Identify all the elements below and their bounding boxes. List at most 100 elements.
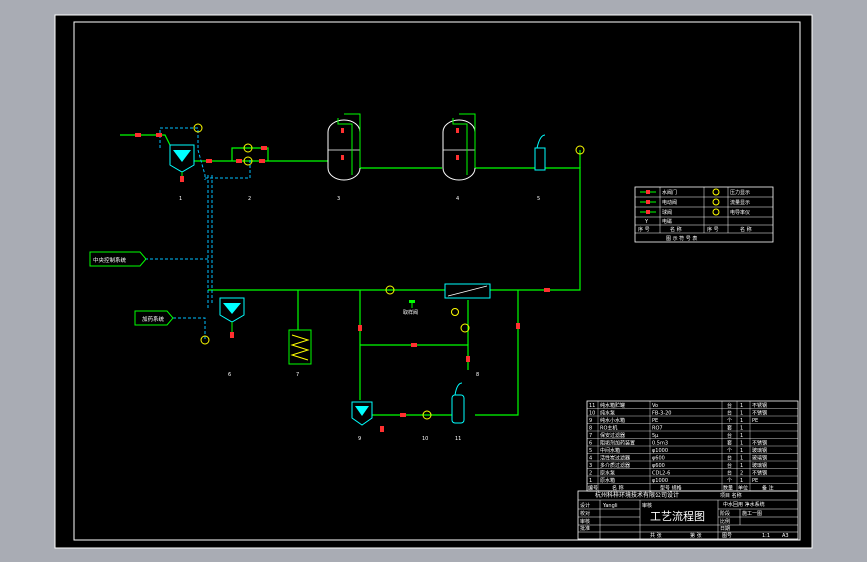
parts-row-no: 4 — [589, 456, 592, 462]
sheet-count: 共 张 — [650, 532, 662, 539]
parts-row-unit: 台 — [727, 470, 732, 477]
legend-label: 电磁 — [662, 218, 672, 225]
date-label: 日期 — [720, 526, 730, 532]
equipment-number-9: 9 — [358, 436, 361, 442]
drawing-number: A3 — [782, 533, 789, 539]
legend-label: 流量显示 — [730, 199, 750, 206]
row-label: 校对 — [580, 510, 590, 517]
parts-row-qty: 1 — [740, 411, 743, 417]
parts-row-qty: 1 — [740, 426, 743, 432]
designer-name: Yangli — [602, 503, 618, 509]
parts-row-spec: φ1000 — [652, 448, 668, 454]
parts-row-spec: φ1000 — [652, 478, 668, 484]
drawing-scale: 1:1 — [762, 533, 770, 539]
parts-header-note: 备 注 — [762, 485, 774, 492]
parts-header-no: 编号 — [588, 485, 598, 492]
equipment-number-11: 11 — [455, 436, 461, 442]
sheet-number: 第 张 — [690, 532, 702, 539]
parts-row-no: 6 — [589, 441, 592, 447]
parts-row-note: PE — [752, 478, 758, 484]
parts-row-spec: RO7 — [652, 426, 663, 432]
parts-row-qty: 1 — [740, 441, 743, 447]
parts-row-spec: PE — [652, 418, 658, 424]
parts-row-no: 8 — [589, 426, 592, 432]
parts-row-name: 纯水小水箱 — [600, 417, 625, 424]
equipment-number-4: 4 — [456, 196, 459, 202]
parts-row-note: 不锈钢 — [752, 440, 767, 447]
drawing-number-label: 图号 — [722, 533, 732, 539]
parts-row-spec: Vo — [652, 403, 658, 409]
control-system-label: 中央控制系统 — [93, 256, 127, 264]
legend-label: 球阀 — [662, 209, 672, 216]
drawing-sheet — [54, 14, 813, 549]
parts-row-no: 7 — [589, 433, 592, 439]
parts-row-unit: 套 — [727, 425, 732, 432]
parts-row-name: RO主机 — [600, 425, 617, 432]
legend-label: 电动阀 — [662, 199, 677, 206]
parts-row-unit: 套 — [727, 440, 732, 447]
parts-row-spec: φ600 — [652, 463, 665, 469]
parts-row-qty: 1 — [740, 403, 743, 409]
parts-row-qty: 1 — [740, 448, 743, 454]
legend-header: 序 号 — [707, 226, 719, 233]
parts-row-spec: 5μ — [652, 433, 659, 439]
parts-row-qty: 1 — [740, 478, 743, 484]
equipment-number-8: 8 — [476, 372, 479, 378]
parts-header-name: 名 称 — [612, 485, 624, 492]
parts-row-name: 原水泵 — [600, 470, 615, 477]
parts-row-name: 中间水箱 — [600, 447, 620, 454]
parts-row-name: 纯水箱贮罐 — [600, 402, 625, 409]
parts-row-note: 玻璃钢 — [752, 455, 767, 462]
equipment-number-2: 2 — [248, 196, 251, 202]
check-label: 审核 — [642, 502, 652, 509]
parts-row-no: 3 — [589, 463, 592, 469]
parts-row-unit: 台 — [727, 432, 732, 439]
legend-label: 水阀门 — [662, 189, 677, 196]
parts-row-name: 多介质过滤器 — [600, 462, 630, 469]
parts-row-qty: 1 — [740, 418, 743, 424]
legend-label: 电导率仪 — [730, 209, 750, 216]
dosing-system-label: 加药系统 — [142, 315, 165, 323]
parts-row-spec: φ600 — [652, 456, 665, 462]
parts-row-qty: 2 — [740, 471, 743, 477]
row-label: 批准 — [580, 525, 590, 532]
parts-row-spec: 0.5m3 — [652, 441, 668, 447]
parts-row-no: 2 — [589, 471, 592, 477]
row-label: 设计 — [580, 502, 590, 509]
parts-row-no: 9 — [589, 418, 592, 424]
parts-row-qty: 1 — [740, 463, 743, 469]
parts-row-unit: 台 — [727, 462, 732, 469]
equipment-number-6: 6 — [228, 372, 231, 378]
sampling-valve-label: 取样阀 — [403, 309, 418, 316]
parts-row-qty: 1 — [740, 433, 743, 439]
parts-row-note: 不锈钢 — [752, 402, 767, 409]
parts-header-qty: 数量 — [723, 485, 733, 492]
project-value: 中水回用 净水系统 — [723, 501, 765, 508]
cad-drawing: 取样阀 中央控制系统 加药系统 1 2 3 4 5 6 7 8 9 10 11 — [54, 14, 813, 549]
equipment-number-3: 3 — [337, 196, 340, 202]
parts-row-name: 保安过滤器 — [600, 432, 625, 439]
parts-row-no: 11 — [589, 403, 595, 409]
sheet-label: 比例 — [720, 518, 730, 525]
legend-header: 名 称 — [740, 226, 752, 233]
parts-row-unit: 个 — [727, 448, 732, 454]
parts-row-no: 5 — [589, 448, 592, 454]
parts-row-qty: 1 — [740, 456, 743, 462]
company-name: 杭州科梓环境技术有限公司设计 — [595, 491, 679, 499]
parts-row-spec: CDL2-6 — [652, 471, 670, 477]
parts-header-spec: 型号 规格 — [660, 485, 682, 492]
parts-row-note: 玻璃钢 — [752, 447, 767, 454]
equipment-number-5: 5 — [537, 196, 540, 202]
parts-row-note: 不锈钢 — [752, 470, 767, 477]
parts-row-note: 不锈钢 — [752, 410, 767, 417]
drawing-title: 工艺流程图 — [650, 509, 705, 523]
parts-row-unit: 台 — [727, 455, 732, 462]
parts-row-unit: 个 — [727, 478, 732, 484]
equipment-number-1: 1 — [179, 196, 182, 202]
parts-row-no: 10 — [589, 411, 595, 417]
parts-row-spec: FB-3-20 — [652, 411, 671, 417]
parts-header-unit: 单位 — [738, 485, 748, 492]
parts-row-name: 活性炭过滤器 — [600, 455, 630, 462]
parts-row-note: 玻璃钢 — [752, 462, 767, 469]
parts-row-no: 1 — [589, 478, 592, 484]
